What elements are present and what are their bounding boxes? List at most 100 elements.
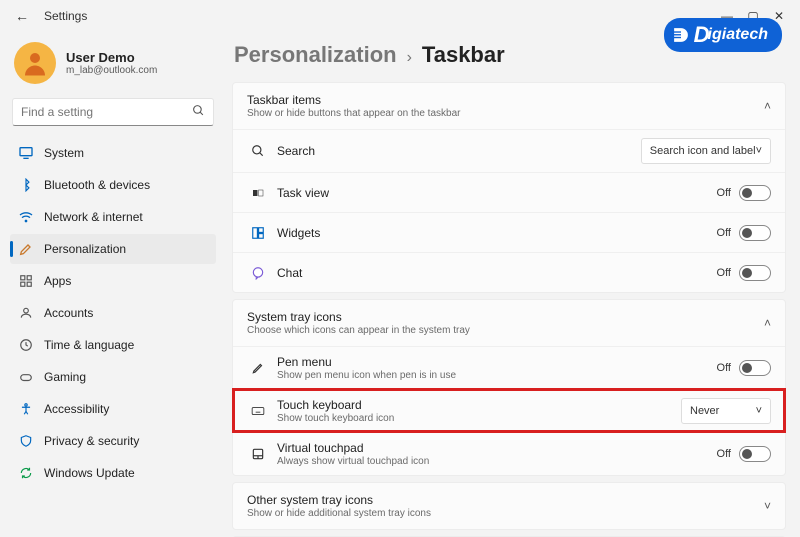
touchpad-icon <box>249 445 267 463</box>
search-box[interactable] <box>12 98 214 126</box>
panel-taskbar-items: Taskbar items Show or hide buttons that … <box>232 82 786 293</box>
nav-bluetooth[interactable]: Bluetooth & devices <box>10 170 216 200</box>
row-label: Touch keyboard <box>277 398 681 412</box>
row-widgets: Widgets Off <box>233 212 785 252</box>
row-label: Pen menu <box>277 355 717 369</box>
window-title: Settings <box>44 9 87 23</box>
nav-label: Accessibility <box>44 402 109 416</box>
nav-label: Time & language <box>44 338 134 352</box>
nav-time[interactable]: Time & language <box>10 330 216 360</box>
search-dropdown[interactable]: Search icon and label˅ <box>641 138 771 164</box>
row-label: Virtual touchpad <box>277 441 717 455</box>
taskview-toggle[interactable] <box>739 185 771 201</box>
accessibility-icon <box>18 401 34 417</box>
pen-toggle[interactable] <box>739 360 771 376</box>
chevron-down-icon: ˅ <box>756 145 762 157</box>
clock-icon <box>18 337 34 353</box>
accounts-icon <box>18 305 34 321</box>
nav-update[interactable]: Windows Update <box>10 458 216 488</box>
row-chat: Chat Off <box>233 252 785 292</box>
profile-email: m_lab@outlook.com <box>66 65 157 76</box>
wifi-icon <box>18 209 34 225</box>
nav-label: System <box>44 146 84 160</box>
avatar <box>14 42 56 84</box>
profile-name: User Demo <box>66 50 157 65</box>
bluetooth-icon <box>18 177 34 193</box>
profile-block[interactable]: User Demo m_lab@outlook.com <box>10 36 216 98</box>
nav-label: Personalization <box>44 242 126 256</box>
content-area: Personalization › Taskbar Taskbar items … <box>224 32 800 537</box>
nav-privacy[interactable]: Privacy & security <box>10 426 216 456</box>
nav-accounts[interactable]: Accounts <box>10 298 216 328</box>
panel-header[interactable]: System tray icons Choose which icons can… <box>233 300 785 346</box>
pen-icon <box>249 359 267 377</box>
chat-toggle[interactable] <box>739 265 771 281</box>
breadcrumb-sep: › <box>407 49 412 67</box>
nav-network[interactable]: Network & internet <box>10 202 216 232</box>
nav-list: System Bluetooth & devices Network & int… <box>10 138 216 488</box>
row-label: Chat <box>277 266 717 280</box>
chevron-up-icon: ˄ <box>764 99 771 113</box>
row-search: Search Search icon and label˅ <box>233 129 785 172</box>
sidebar: User Demo m_lab@outlook.com System Bluet… <box>0 32 224 537</box>
watermark-logo: Digiatech <box>664 18 782 52</box>
nav-label: Windows Update <box>44 466 135 480</box>
system-icon <box>18 145 34 161</box>
section-sub: Choose which icons can appear in the sys… <box>247 325 764 336</box>
section-title: Taskbar items <box>247 93 764 107</box>
nav-label: Network & internet <box>44 210 143 224</box>
toggle-state: Off <box>717 362 731 374</box>
nav-personalization[interactable]: Personalization <box>10 234 216 264</box>
search-icon <box>192 104 205 120</box>
toggle-state: Off <box>717 227 731 239</box>
touch-keyboard-dropdown[interactable]: Never˅ <box>681 398 771 424</box>
panel-system-tray: System tray icons Choose which icons can… <box>232 299 786 476</box>
shield-icon <box>18 433 34 449</box>
toggle-state: Off <box>717 448 731 460</box>
nav-gaming[interactable]: Gaming <box>10 362 216 392</box>
toggle-state: Off <box>717 267 731 279</box>
section-title: Other system tray icons <box>247 493 764 507</box>
update-icon <box>18 465 34 481</box>
nav-apps[interactable]: Apps <box>10 266 216 296</box>
nav-label: Privacy & security <box>44 434 139 448</box>
breadcrumb-parent[interactable]: Personalization <box>234 42 397 68</box>
nav-label: Accounts <box>44 306 93 320</box>
widgets-toggle[interactable] <box>739 225 771 241</box>
row-sub: Show touch keyboard icon <box>277 413 681 424</box>
section-sub: Show or hide additional system tray icon… <box>247 508 764 519</box>
panel-other-tray[interactable]: Other system tray icons Show or hide add… <box>232 482 786 530</box>
nav-label: Apps <box>44 274 71 288</box>
nav-label: Gaming <box>44 370 86 384</box>
nav-accessibility[interactable]: Accessibility <box>10 394 216 424</box>
nav-system[interactable]: System <box>10 138 216 168</box>
breadcrumb-current: Taskbar <box>422 42 505 68</box>
row-virtual-touchpad: Virtual touchpadAlways show virtual touc… <box>233 432 785 475</box>
apps-icon <box>18 273 34 289</box>
row-sub: Show pen menu icon when pen is in use <box>277 370 717 381</box>
nav-label: Bluetooth & devices <box>44 178 150 192</box>
chevron-up-icon: ˄ <box>764 316 771 330</box>
vtouchpad-toggle[interactable] <box>739 446 771 462</box>
row-taskview: Task view Off <box>233 172 785 212</box>
keyboard-icon <box>249 402 267 420</box>
toggle-state: Off <box>717 187 731 199</box>
gaming-icon <box>18 369 34 385</box>
taskview-icon <box>249 184 267 202</box>
row-label: Task view <box>277 186 717 200</box>
row-label: Widgets <box>277 226 717 240</box>
row-touch-keyboard: Touch keyboardShow touch keyboard icon N… <box>233 389 785 432</box>
widgets-icon <box>249 224 267 242</box>
chevron-down-icon: ˅ <box>756 405 762 417</box>
row-label: Search <box>277 144 641 158</box>
chat-icon <box>249 264 267 282</box>
search-input[interactable] <box>21 105 192 119</box>
search-icon <box>249 142 267 160</box>
row-sub: Always show virtual touchpad icon <box>277 456 717 467</box>
section-title: System tray icons <box>247 310 764 324</box>
section-sub: Show or hide buttons that appear on the … <box>247 108 764 119</box>
back-button[interactable]: ← <box>8 8 36 24</box>
panel-header[interactable]: Taskbar items Show or hide buttons that … <box>233 83 785 129</box>
brush-icon <box>18 241 34 257</box>
chevron-down-icon: ˅ <box>764 499 771 513</box>
